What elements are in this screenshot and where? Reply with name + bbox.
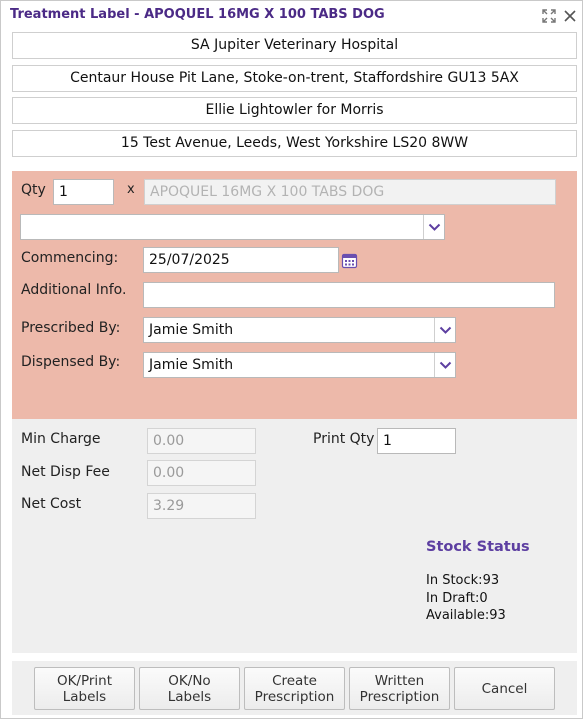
prescribed-by-value: Jamie Smith: [149, 322, 234, 338]
written-prescription-line1: Written: [374, 672, 425, 689]
product-name-field: APOQUEL 16MG X 100 TABS DOG: [144, 179, 556, 205]
ok-print-label-line2: Labels: [62, 688, 107, 705]
client-address: 15 Test Avenue, Leeds, West Yorkshire LS…: [12, 130, 577, 157]
net-disp-fee-field: 0.00: [147, 460, 256, 486]
create-prescription-button[interactable]: Create Prescription: [244, 667, 345, 710]
ok-no-label-line1: OK/No: [168, 672, 211, 689]
dispensed-by-label: Dispensed By:: [21, 354, 121, 370]
stock-status-title: Stock Status: [426, 539, 530, 555]
client-pet-name: Ellie Lightowler for Morris: [12, 97, 577, 124]
in-stock-count: In Stock:93: [426, 573, 500, 588]
ok-no-labels-button[interactable]: OK/No Labels: [139, 667, 240, 710]
calendar-icon[interactable]: [339, 249, 359, 271]
create-prescription-line1: Create: [272, 672, 317, 689]
available-count: Available:93: [426, 608, 506, 623]
cancel-label: Cancel: [481, 680, 528, 697]
written-prescription-line2: Prescription: [359, 688, 440, 705]
additional-info-label: Additional Info.: [21, 282, 127, 298]
print-qty-label: Print Qty: [313, 431, 375, 447]
print-qty-input[interactable]: 1: [377, 428, 456, 454]
net-disp-fee-label: Net Disp Fee: [21, 464, 110, 480]
ok-no-label-line2: Labels: [167, 688, 212, 705]
commencing-date-input[interactable]: 25/07/2025: [143, 247, 339, 273]
commencing-label: Commencing:: [21, 250, 119, 266]
create-prescription-line2: Prescription: [254, 688, 335, 705]
chevron-down-icon[interactable]: [423, 215, 444, 239]
chevron-down-icon[interactable]: [434, 318, 455, 342]
dosage-instructions-select[interactable]: [20, 214, 445, 240]
ok-print-labels-button[interactable]: OK/Print Labels: [34, 667, 135, 710]
qty-label: Qty: [21, 182, 46, 198]
cancel-button[interactable]: Cancel: [454, 667, 555, 710]
practice-name: SA Jupiter Veterinary Hospital: [12, 32, 577, 59]
chevron-down-icon[interactable]: [434, 353, 455, 377]
net-cost-field: 3.29: [147, 493, 256, 519]
close-x-icon[interactable]: [562, 8, 578, 24]
times-symbol: x: [127, 182, 135, 197]
prescribed-by-label: Prescribed By:: [21, 320, 121, 336]
title-bar: Treatment Label - APOQUEL 16MG X 100 TAB…: [1, 1, 582, 31]
net-cost-label: Net Cost: [21, 496, 82, 512]
in-draft-count: In Draft:0: [426, 591, 488, 606]
ok-print-label-line1: OK/Print: [56, 672, 113, 689]
dispensed-by-value: Jamie Smith: [149, 357, 234, 373]
min-charge-field: 0.00: [147, 428, 256, 454]
treatment-label-dialog: Treatment Label - APOQUEL 16MG X 100 TAB…: [0, 0, 583, 719]
min-charge-label: Min Charge: [21, 431, 101, 447]
prescribed-by-select[interactable]: Jamie Smith: [143, 317, 456, 343]
written-prescription-button[interactable]: Written Prescription: [349, 667, 450, 710]
expand-arrows-icon[interactable]: [541, 8, 557, 24]
window-title: Treatment Label - APOQUEL 16MG X 100 TAB…: [10, 7, 385, 22]
practice-address: Centaur House Pit Lane, Stoke-on-trent, …: [12, 65, 577, 92]
qty-input[interactable]: 1: [53, 179, 114, 205]
dispensed-by-select[interactable]: Jamie Smith: [143, 352, 456, 378]
additional-info-input[interactable]: [143, 282, 555, 308]
